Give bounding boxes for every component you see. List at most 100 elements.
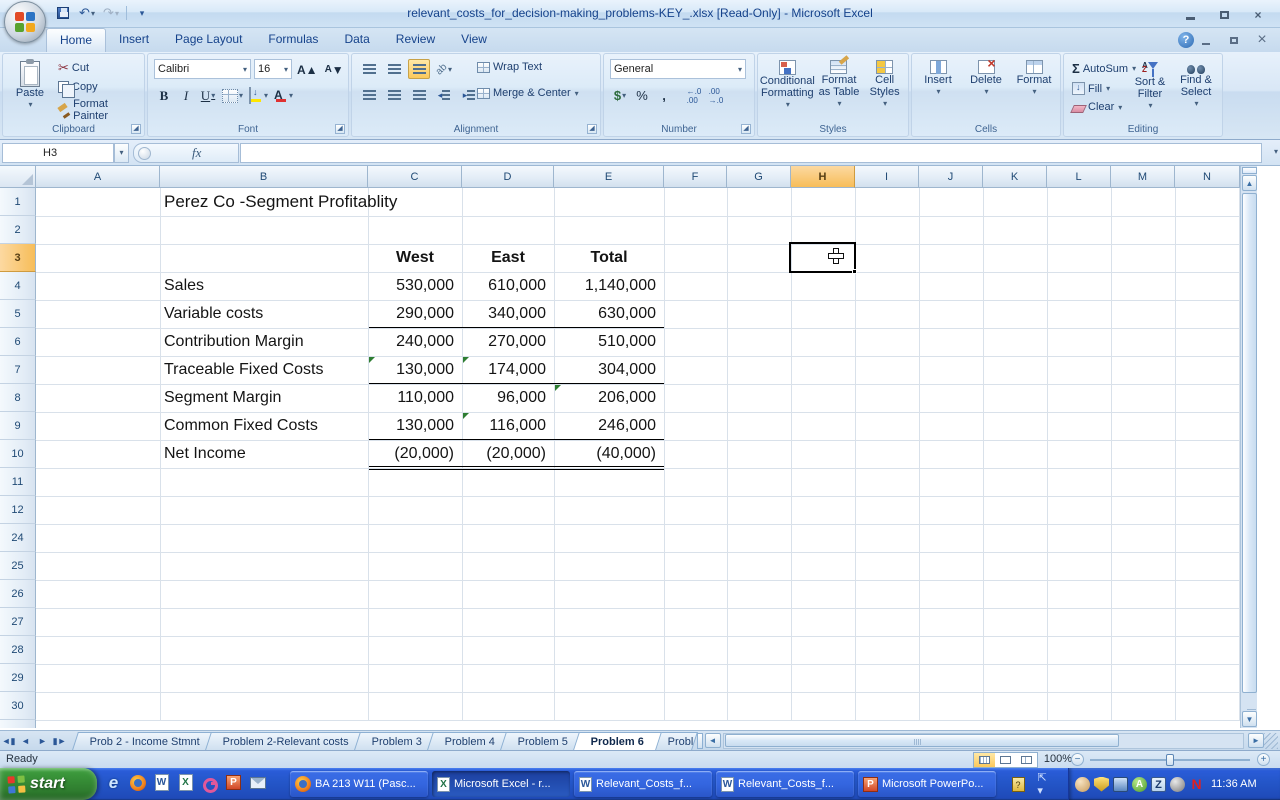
cell-e6[interactable]: 510,000	[554, 328, 656, 356]
accounting-format-button[interactable]: $▾	[610, 85, 630, 106]
tray-agent-icon[interactable]	[1075, 777, 1090, 792]
alignment-dialog-launcher[interactable]: ◢	[587, 124, 597, 134]
sheet-tab-prob2-income[interactable]: Prob 2 - Income Stmnt	[72, 732, 218, 750]
tab-insert[interactable]: Insert	[106, 28, 162, 52]
tray-shield-icon[interactable]	[1094, 777, 1109, 792]
row-header-9[interactable]: 9	[0, 412, 36, 440]
fx-icon[interactable]: fx	[192, 145, 201, 161]
cell-d10[interactable]: (20,000)	[462, 440, 546, 468]
row-header-10[interactable]: 10	[0, 440, 36, 468]
column-header-d[interactable]: D	[462, 166, 554, 188]
tray-sync-icon[interactable]	[1170, 777, 1185, 792]
prev-sheet-button[interactable]: ◄	[17, 733, 34, 749]
fill-color-button[interactable]: ▾	[247, 85, 270, 106]
name-box-dropdown[interactable]: ▾	[114, 143, 129, 163]
insert-function-circle[interactable]	[138, 147, 151, 160]
cell-b7[interactable]: Traceable Fixed Costs	[164, 356, 323, 384]
align-bottom-button[interactable]	[408, 59, 430, 79]
grow-font-button[interactable]: A▲	[295, 59, 320, 80]
vertical-scroll-thumb[interactable]	[1242, 193, 1257, 693]
copy-button[interactable]: Copy	[55, 80, 144, 94]
taskbar-eject-icon[interactable]: ⇱▾	[1032, 774, 1052, 794]
tray-z-icon[interactable]: Z	[1151, 777, 1166, 792]
cell-d4[interactable]: 610,000	[462, 272, 546, 300]
merge-center-button[interactable]: Merge & Center▾	[474, 86, 582, 100]
cell-e10[interactable]: (40,000)	[554, 440, 656, 468]
close-button[interactable]: ×	[1246, 7, 1270, 22]
cell-b4[interactable]: Sales	[164, 272, 204, 300]
fill-handle[interactable]	[852, 269, 857, 274]
cell-e3[interactable]: Total	[554, 244, 664, 272]
tab-formulas[interactable]: Formulas	[255, 28, 331, 52]
row-header-5[interactable]: 5	[0, 300, 36, 328]
cell-d8[interactable]: 96,000	[462, 384, 546, 412]
align-top-button[interactable]	[358, 59, 380, 79]
align-center-button[interactable]	[383, 85, 405, 105]
row-header-7[interactable]: 7	[0, 356, 36, 384]
workbook-restore-button[interactable]	[1224, 33, 1244, 47]
bold-button[interactable]: B	[154, 85, 174, 106]
tab-data[interactable]: Data	[331, 28, 382, 52]
number-format-combo[interactable]: General▾	[610, 59, 746, 79]
cell-d6[interactable]: 270,000	[462, 328, 546, 356]
page-break-view-button[interactable]	[1016, 753, 1037, 767]
normal-view-button[interactable]	[974, 753, 995, 767]
firefox-icon[interactable]	[128, 772, 147, 793]
office-button[interactable]	[4, 1, 46, 43]
cell-e5[interactable]: 630,000	[554, 300, 656, 328]
tray-tools-icon[interactable]	[1113, 777, 1128, 792]
vertical-split-handle[interactable]	[1242, 167, 1257, 174]
cell-d7[interactable]: 174,000	[462, 356, 546, 384]
first-sheet-button[interactable]: ◄▮	[0, 733, 17, 749]
cell-e9[interactable]: 246,000	[554, 412, 656, 440]
expand-formula-bar-button[interactable]: ▾	[1274, 147, 1278, 156]
shrink-font-button[interactable]: A▼	[323, 59, 346, 80]
cell-d9[interactable]: 116,000	[462, 412, 546, 440]
format-as-table-button[interactable]: Format as Table▾	[816, 57, 862, 111]
taskbar-utility-icon[interactable]: ?	[1008, 774, 1028, 794]
cell-d5[interactable]: 340,000	[462, 300, 546, 328]
font-color-button[interactable]: A▾	[272, 85, 295, 106]
orientation-button[interactable]: ab▾	[433, 59, 455, 79]
sheet-tab-problem6-active[interactable]: Problem 6	[573, 732, 662, 750]
row-header-27[interactable]: 27	[0, 608, 36, 636]
row-header-26[interactable]: 26	[0, 580, 36, 608]
vertical-scrollbar[interactable]: ▲ ▼	[1240, 166, 1257, 728]
column-header-i[interactable]: I	[855, 166, 919, 188]
internet-explorer-icon[interactable]: e	[104, 772, 123, 793]
tab-page-layout[interactable]: Page Layout	[162, 28, 255, 52]
align-middle-button[interactable]	[383, 59, 405, 79]
cell-styles-button[interactable]: Cell Styles▾	[865, 57, 905, 111]
insert-cells-button[interactable]: Insert▾	[917, 57, 959, 98]
horizontal-scroll-thumb[interactable]	[725, 734, 1120, 747]
row-header-24[interactable]: 24	[0, 524, 36, 552]
row-header-8[interactable]: 8	[0, 384, 36, 412]
row-header-29[interactable]: 29	[0, 664, 36, 692]
font-dialog-launcher[interactable]: ◢	[335, 124, 345, 134]
italic-button[interactable]: I	[176, 85, 196, 106]
tab-review[interactable]: Review	[383, 28, 448, 52]
column-header-m[interactable]: M	[1111, 166, 1175, 188]
font-name-combo[interactable]: Calibri▾	[154, 59, 251, 79]
select-all-corner[interactable]	[0, 166, 36, 188]
format-cells-button[interactable]: Format▾	[1013, 57, 1055, 98]
cell-b6[interactable]: Contribution Margin	[164, 328, 304, 356]
restore-button[interactable]	[1212, 7, 1236, 22]
zoom-slider-thumb[interactable]	[1166, 754, 1174, 766]
conditional-formatting-button[interactable]: Conditional Formatting▾	[761, 57, 813, 111]
align-left-button[interactable]	[358, 85, 380, 105]
hscroll-right-button[interactable]: ►	[1248, 733, 1264, 748]
tab-split-handle[interactable]	[697, 733, 703, 749]
column-header-n[interactable]: N	[1175, 166, 1240, 188]
cell-c3[interactable]: West	[368, 244, 462, 272]
column-header-g[interactable]: G	[727, 166, 791, 188]
row-header-6[interactable]: 6	[0, 328, 36, 356]
row-header-3-selected[interactable]: 3	[0, 244, 36, 272]
zoom-out-button[interactable]: −	[1071, 753, 1084, 766]
column-header-h-selected[interactable]: H	[791, 166, 855, 188]
help-button[interactable]: ?	[1178, 32, 1194, 48]
horizontal-scrollbar[interactable]	[723, 733, 1244, 749]
zoom-slider[interactable]	[1090, 759, 1250, 761]
find-select-button[interactable]: Find & Select▾	[1174, 57, 1218, 112]
page-layout-view-button[interactable]	[995, 753, 1016, 767]
